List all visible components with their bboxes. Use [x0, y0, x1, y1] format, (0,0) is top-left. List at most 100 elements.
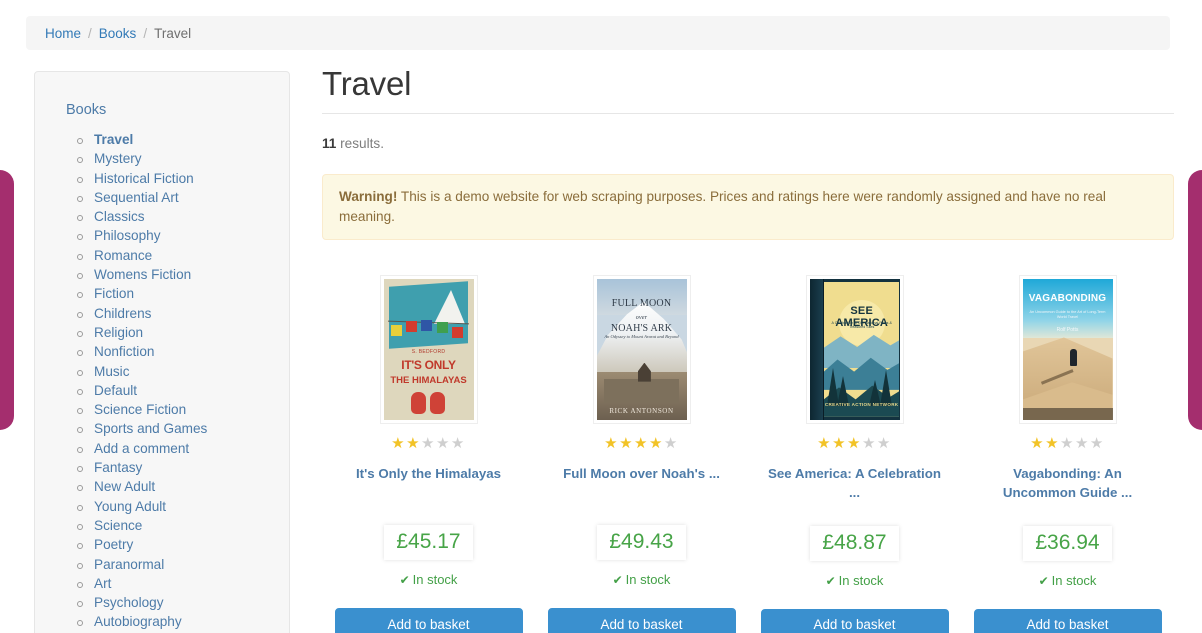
product-grid: S. BEDFORD IT'S ONLY THE HIMALAYAS ★★★★★…	[322, 264, 1174, 633]
sidebar-item-label[interactable]: Nonfiction	[94, 344, 154, 359]
product-thumbnail[interactable]: FULL MOON over NOAH'S ARK An Odyssey to Mo…	[535, 264, 748, 424]
sidebar-item-label[interactable]: Romance	[94, 248, 152, 263]
breadcrumb-item-books[interactable]: Books	[99, 26, 137, 41]
sidebar-item-label[interactable]: Science Fiction	[94, 402, 186, 417]
sidebar-item-sports-and-games[interactable]: Sports and Games	[76, 419, 289, 438]
breadcrumb-separator: /	[88, 25, 92, 41]
sidebar-heading: Books	[66, 102, 289, 118]
sidebar-item-paranormal[interactable]: Paranormal	[76, 555, 289, 574]
product-title-link[interactable]: It's Only the Himalayas	[356, 466, 501, 481]
availability-label: In stock	[625, 572, 671, 588]
sidebar-item-label[interactable]: Psychology	[94, 595, 164, 610]
star-empty-icon: ★	[861, 434, 877, 452]
sidebar-item-label[interactable]: Mystery	[94, 151, 142, 166]
sidebar-item-label[interactable]: Poetry	[94, 537, 133, 552]
sidebar-item-label[interactable]: Paranormal	[94, 557, 164, 572]
main-content: Travel 11 results. Warning! This is a de…	[322, 65, 1174, 633]
sidebar-item-new-adult[interactable]: New Adult	[76, 477, 289, 496]
product-price: £45.17	[384, 525, 473, 561]
cover-author: Rolf Potts	[1056, 326, 1079, 333]
page-root: Home / Books / Travel Books Travel Myster…	[0, 0, 1202, 633]
sidebar-item-music[interactable]: Music	[76, 362, 289, 381]
sidebar-item-label[interactable]: Fantasy	[94, 460, 142, 475]
sidebar-item-label[interactable]: New Adult	[94, 479, 155, 494]
sidebar-item-default[interactable]: Default	[76, 381, 289, 400]
book-cover-art: SEE AMERICA A Celebration of Our Nationa…	[809, 278, 900, 420]
sidebar-item-art[interactable]: Art	[76, 574, 289, 593]
sidebar-heading-link[interactable]: Books	[66, 102, 106, 118]
sidebar-item-young-adult[interactable]: Young Adult	[76, 497, 289, 516]
sidebar-item-childrens[interactable]: Childrens	[76, 304, 289, 323]
availability-label: In stock	[412, 572, 458, 588]
add-to-basket-button[interactable]: Add to basket	[973, 608, 1162, 633]
right-edge-feedback-tab[interactable]	[1188, 170, 1202, 430]
product-thumbnail[interactable]: S. BEDFORD IT'S ONLY THE HIMALAYAS	[322, 264, 535, 424]
sidebar-item-travel[interactable]: Travel	[76, 130, 289, 149]
product-card: FULL MOON over NOAH'S ARK An Odyssey to Mo…	[535, 264, 748, 633]
sidebar-item-label[interactable]: Travel	[94, 132, 133, 147]
sidebar-item-label[interactable]: Historical Fiction	[94, 171, 194, 186]
sidebar-item-nonfiction[interactable]: Nonfiction	[76, 342, 289, 361]
sidebar-item-label[interactable]: Childrens	[94, 306, 151, 321]
left-edge-feedback-tab[interactable]	[0, 170, 14, 430]
sidebar-item-label[interactable]: Classics	[94, 209, 145, 224]
sidebar-item-philosophy[interactable]: Philosophy	[76, 226, 289, 245]
star-filled-icon: ★	[406, 434, 422, 452]
category-nav-list: Travel Mystery Historical Fiction Sequentia…	[35, 130, 289, 633]
sidebar-item-sequential-art[interactable]: Sequential Art	[76, 188, 289, 207]
sidebar-item-label[interactable]: Music	[94, 364, 130, 379]
star-filled-icon: ★	[619, 434, 635, 452]
sidebar-item-label[interactable]: Young Adult	[94, 499, 166, 514]
sidebar-item-autobiography[interactable]: Autobiography	[76, 612, 289, 631]
add-to-basket-button[interactable]: Add to basket	[760, 608, 949, 633]
sidebar-item-label[interactable]: Sports and Games	[94, 421, 207, 436]
product-title-link[interactable]: Vagabonding: An Uncommon Guide ...	[1003, 466, 1132, 500]
results-number: 11	[322, 136, 337, 152]
cover-subtitle: An Uncommon Guide to the Art of Long-Ter…	[1029, 309, 1106, 320]
add-to-basket-button[interactable]: Add to basket	[547, 608, 736, 633]
sidebar-item-label[interactable]: Default	[94, 383, 137, 398]
breadcrumb-separator: /	[143, 25, 148, 41]
sidebar-item-classics[interactable]: Classics	[76, 207, 289, 226]
results-count: 11 results.	[322, 136, 1174, 151]
product-thumbnail[interactable]: SEE AMERICA A Celebration of Our Nationa…	[748, 264, 961, 424]
sidebar-item-label[interactable]: Add a comment	[94, 441, 189, 456]
cover-subtitle: A Celebration of Our National Parks & Tr…	[831, 320, 892, 329]
sidebar-item-science[interactable]: Science	[76, 516, 289, 535]
sidebar-item-science-fiction[interactable]: Science Fiction	[76, 400, 289, 419]
star-empty-icon: ★	[421, 434, 436, 452]
product-title-link[interactable]: See America: A Celebration ...	[768, 466, 941, 500]
sidebar-item-label[interactable]: Sequential Art	[94, 190, 179, 205]
add-to-basket-button[interactable]: Add to basket	[334, 608, 523, 633]
sidebar-item-label[interactable]: Science	[94, 518, 142, 533]
sidebar-item-fantasy[interactable]: Fantasy	[76, 458, 289, 477]
sidebar-item-label[interactable]: Fiction	[94, 286, 134, 301]
sidebar-item-label[interactable]: Autobiography	[94, 614, 182, 629]
sidebar-item-womens-fiction[interactable]: Womens Fiction	[76, 265, 289, 284]
page-title: Travel	[322, 65, 1174, 115]
availability-status: ✔ In stock	[748, 573, 961, 588]
book-cover-art: S. BEDFORD IT'S ONLY THE HIMALAYAS	[383, 278, 474, 420]
breadcrumb-item-home[interactable]: Home	[45, 26, 81, 41]
sidebar-item-fiction[interactable]: Fiction	[76, 284, 289, 303]
sidebar-item-label[interactable]: Art	[94, 576, 111, 591]
sidebar-item-add-a-comment[interactable]: Add a comment	[76, 439, 289, 458]
sidebar-item-mystery[interactable]: Mystery	[76, 149, 289, 168]
cover-title: VAGABONDING	[1028, 292, 1107, 304]
availability-status: ✔ In stock	[961, 573, 1174, 588]
sidebar-item-psychology[interactable]: Psychology	[76, 593, 289, 612]
sidebar-item-label[interactable]: Womens Fiction	[94, 267, 191, 282]
sidebar-item-romance[interactable]: Romance	[76, 246, 289, 265]
sidebar-item-historical-fiction[interactable]: Historical Fiction	[76, 169, 289, 188]
sidebar-item-label[interactable]: Philosophy	[94, 228, 161, 243]
sidebar-item-label[interactable]: Religion	[94, 325, 143, 340]
product-title-link[interactable]: Full Moon over Noah's ...	[563, 466, 720, 481]
product-thumbnail[interactable]: VAGABONDING An Uncommon Guide to the Art…	[961, 264, 1174, 424]
product-title: It's Only the Himalayas	[322, 464, 535, 502]
sidebar-item-religion[interactable]: Religion	[76, 323, 289, 342]
star-rating: ★★★★★	[748, 436, 961, 451]
product-title: See America: A Celebration ...	[748, 464, 961, 503]
sidebar-item-poetry[interactable]: Poetry	[76, 535, 289, 554]
star-empty-icon: ★	[876, 434, 892, 452]
cover-author: RICK ANTONSON	[609, 407, 674, 416]
